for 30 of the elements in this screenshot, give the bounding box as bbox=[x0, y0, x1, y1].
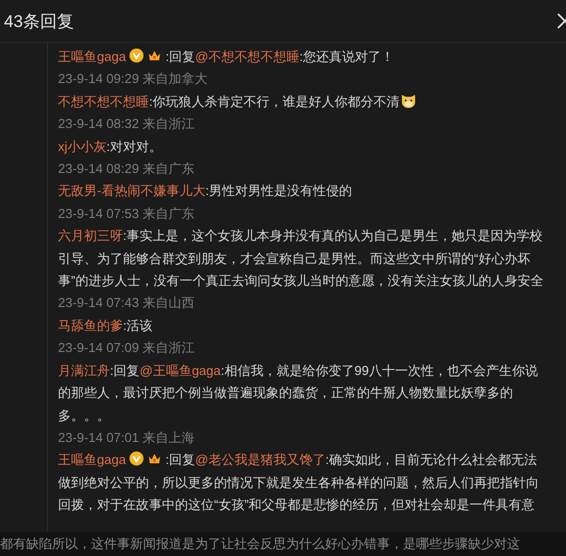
verified-icon bbox=[128, 451, 144, 466]
author-link[interactable]: xj小小灰 bbox=[58, 138, 106, 154]
comment-text: 六月初三呀:事实上是，这个女孩儿本身并没有真的认为自己是男生，她只是因为学校引导、为了能够合群交到朋友，才会宣称自己是男性。而这些文中所谓的“好心办坏事”的进步人士，没有一个真正去询问女孩儿当时的意愿，没有关注女孩儿的人身安全 bbox=[58, 227, 544, 290]
comment-time: 23-9-14 08:32 来自浙江 bbox=[58, 115, 196, 134]
comment-text: 无敌男-看热闹不嫌事儿大:男性对男性是没有性侵的 bbox=[58, 182, 353, 200]
author-link[interactable]: 月满江舟 bbox=[58, 362, 110, 378]
author-link[interactable]: 王嘔鱼gaga bbox=[58, 452, 126, 468]
comment-text: 不想不想不想睡:你玩狼人杀肯定不行，谁是好人你都分不清 bbox=[58, 90, 546, 114]
panel-title: 43条回复 bbox=[3, 10, 74, 32]
mention-link[interactable]: @王嘔鱼gaga bbox=[140, 362, 221, 378]
comment-text: 马舔鱼的爹:活该 bbox=[58, 316, 154, 335]
comment-time: 23-9-14 07:09 来自浙江 bbox=[58, 339, 196, 358]
comment-time: 23-9-14 07:01 来自上海 bbox=[58, 428, 196, 447]
caption-text: 都有缺陷所以，这件事新闻报道是为了让社会反思为什么好心办错事，是哪些步骤缺少对这 bbox=[0, 535, 520, 553]
comment-text: xj小小灰:对对对。 bbox=[58, 138, 164, 156]
comment-time: 23-9-14 08:29 来自广东 bbox=[58, 160, 196, 178]
author-link[interactable]: 无敌男-看热闹不嫌事儿大 bbox=[58, 183, 206, 198]
comment-time: 23-9-14 09:29 来自加拿大 bbox=[58, 70, 209, 88]
mention-link[interactable]: @老公我是猪我又馋了 bbox=[195, 452, 326, 468]
author-link[interactable]: 六月初三呀 bbox=[58, 228, 123, 244]
comment-text: 王嘔鱼gaga :回复@老公我是猪我又馋了:确实如此，目前无论什么社会都无法做到绝对公平的，所以更多的情况下就是发生各种各样的问题，然后人们再把指针向回拨，对于在故事中的这位“女孩”和父母都是悲惨的经历，但对社会却是一件具有意 bbox=[58, 450, 540, 514]
comment-time: 23-9-14 07:43 来自山西 bbox=[58, 294, 196, 312]
comment-time: 23-9-14 07:53 来自广东 bbox=[58, 204, 196, 223]
verified-icon bbox=[128, 48, 144, 63]
comment-text: 王嘔鱼gaga :回复@不想不想不想睡:您还真说对了！ bbox=[58, 47, 395, 66]
author-link[interactable]: 马舔鱼的爹 bbox=[58, 318, 123, 333]
comment-text: 月满江舟:回复@王嘔鱼gaga:相信我，就是给你变了99八十一次性，也不会产生你说的那些人，最讨厌把个例当做普遍现象的蠢货，正常的牛掰人物数量比妖孽多的多。。。 bbox=[58, 362, 539, 424]
mention-link[interactable]: @不想不想不想睡 bbox=[195, 49, 300, 64]
author-link[interactable]: 不想不想不想睡 bbox=[58, 94, 149, 109]
author-link[interactable]: 王嘔鱼gaga bbox=[58, 49, 126, 64]
